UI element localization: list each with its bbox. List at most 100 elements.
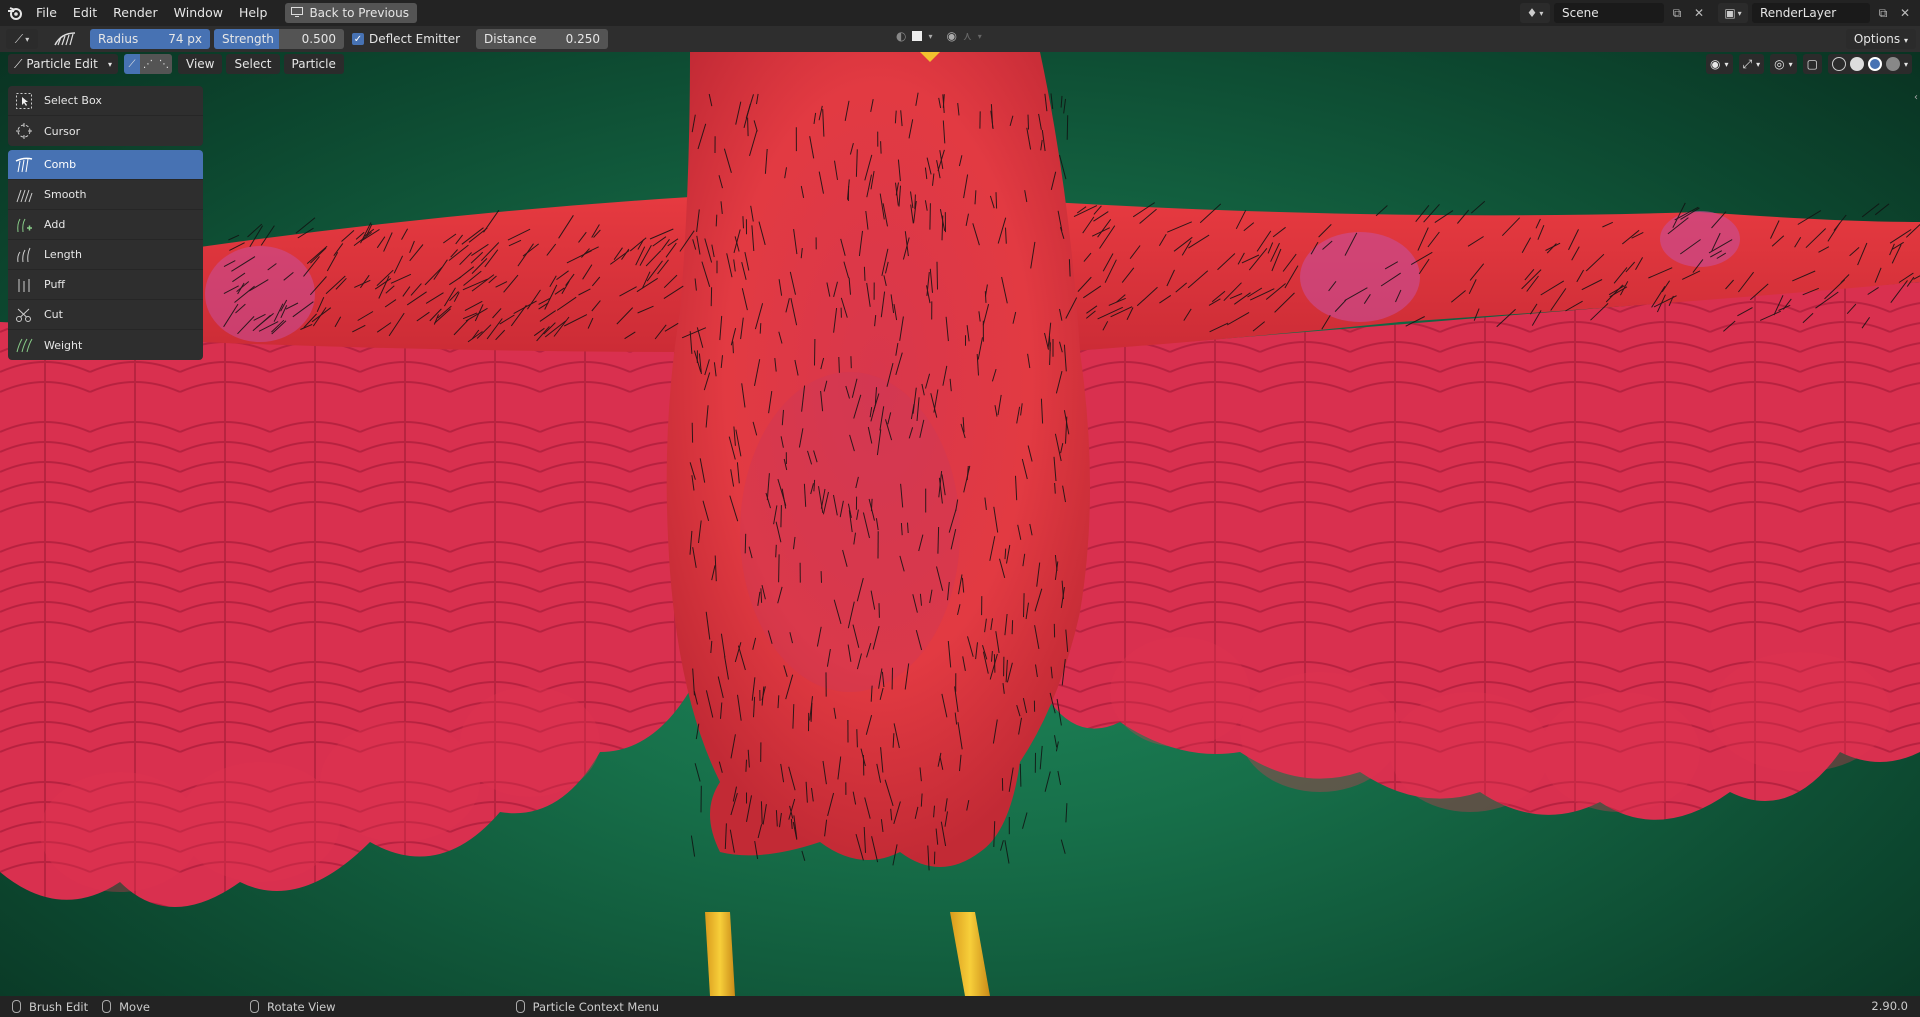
hair-strand	[1057, 770, 1062, 785]
tool-comb[interactable]: Comb	[8, 150, 203, 180]
rendered-shading-icon[interactable]	[1885, 57, 1900, 71]
hair-strand	[1050, 93, 1054, 110]
hair-strand	[775, 544, 777, 558]
status-bar: Brush Edit Move Rotate View Particle Con…	[0, 996, 1920, 1017]
hair-strand	[732, 341, 734, 354]
status-context-menu: Particle Context Menu	[515, 999, 660, 1014]
status-brush-edit: Brush Edit	[12, 1000, 88, 1014]
falloff-icon[interactable]: ⋏	[963, 29, 972, 43]
mode-dropdown[interactable]: ⟋ Particle Edit ▾	[8, 54, 118, 74]
tool-puff[interactable]: Puff	[8, 270, 203, 300]
path-mode-icon[interactable]: ⟋	[124, 54, 140, 74]
hair-strand	[228, 234, 240, 241]
menu-particle[interactable]: Particle	[283, 54, 344, 74]
tool-add[interactable]: Add	[8, 210, 203, 240]
version-label: 2.90.0	[1871, 999, 1908, 1013]
viewport-display-controls: ◉ ▾ ⤢ ▾ ◎ ▾ ▢ ▾	[1706, 54, 1912, 74]
tool-cursor[interactable]: Cursor	[8, 116, 203, 146]
menu-render[interactable]: Render	[105, 2, 166, 24]
back-to-previous-button[interactable]: Back to Previous	[285, 3, 417, 23]
chevron-down-icon: ▾	[107, 59, 112, 69]
hair-strand	[1011, 620, 1014, 635]
back-to-previous-label: Back to Previous	[309, 6, 409, 20]
material-shading-icon[interactable]	[1867, 57, 1882, 71]
proportional-icon[interactable]: ◉	[947, 29, 957, 43]
deflect-emitter-toggle[interactable]: ✓ Deflect Emitter	[352, 32, 460, 46]
distance-field[interactable]: Distance 0.250	[476, 29, 609, 49]
hair-strand	[1063, 98, 1066, 114]
point-mode-icon[interactable]: ⋰	[140, 54, 156, 74]
new-scene-icon[interactable]: ⧉	[1668, 3, 1686, 23]
puff-icon	[14, 275, 34, 295]
hair-strand	[1039, 745, 1043, 770]
display-square-icon[interactable]	[912, 31, 923, 41]
menu-help[interactable]: Help	[231, 2, 276, 24]
delete-layer-icon[interactable]: ✕	[1896, 3, 1914, 23]
chevron-down-icon[interactable]: ▾	[928, 32, 932, 41]
tool-length[interactable]: Length	[8, 240, 203, 270]
active-brush-icon[interactable]	[50, 29, 80, 49]
menu-file[interactable]: File	[28, 2, 65, 24]
hair-strand	[1004, 840, 1010, 864]
tool-weight[interactable]: Weight	[8, 330, 203, 360]
hair-strand	[801, 850, 806, 861]
new-layer-icon[interactable]: ⧉	[1874, 3, 1892, 23]
status-rotate-view: Rotate View	[249, 1000, 336, 1014]
screen-icon	[291, 6, 304, 20]
tool-label: Add	[44, 218, 66, 231]
3d-viewport[interactable]	[0, 52, 1920, 996]
xray-toggle[interactable]: ▢	[1802, 54, 1822, 74]
tool-panel: Select Box Cursor Comb Smooth Add Length…	[8, 86, 203, 364]
hair-strand	[984, 291, 987, 303]
chevron-down-icon[interactable]: ▾	[978, 32, 982, 41]
tool-cut[interactable]: Cut	[8, 300, 203, 330]
menu-edit[interactable]: Edit	[65, 2, 105, 24]
visibility-dropdown[interactable]: ◉ ▾	[1706, 54, 1733, 74]
delete-scene-icon[interactable]: ✕	[1690, 3, 1708, 23]
checkbox-checked-icon[interactable]: ✓	[352, 33, 364, 45]
hair-strand	[1019, 763, 1022, 787]
hair-strand	[1470, 200, 1486, 214]
overlay-icon: ◎	[1774, 57, 1785, 71]
menu-select[interactable]: Select	[226, 54, 280, 74]
hair-strand	[936, 261, 938, 290]
wireframe-shading-icon[interactable]	[1831, 57, 1846, 71]
tip-mode-icon[interactable]: ⋱	[156, 54, 172, 74]
editor-type-dropdown[interactable]: ⟋ ▾	[6, 29, 38, 49]
snap-icon[interactable]: ◐	[896, 29, 906, 43]
options-dropdown[interactable]: Options ▾	[1845, 29, 1916, 49]
status-context-menu-label: Particle Context Menu	[532, 999, 660, 1014]
hair-strand	[1060, 95, 1063, 108]
tool-label: Weight	[44, 338, 83, 352]
view-layer-dropdown[interactable]: ▣ ▾	[1718, 3, 1748, 23]
strength-slider[interactable]: Strength 0.500	[214, 29, 344, 49]
hair-strand	[1000, 840, 1004, 851]
hair-strand	[760, 588, 763, 603]
pivot-snap-controls: ◐ ▾ ◉ ⋏ ▾	[896, 29, 982, 43]
blender-logo-icon[interactable]	[2, 0, 28, 26]
hair-strand	[863, 266, 866, 281]
options-label: Options	[1853, 32, 1901, 46]
radius-label: Radius	[98, 32, 139, 46]
scene-dropdown[interactable]: ♦ ▾	[1520, 3, 1550, 23]
tool-label: Select Box	[44, 94, 102, 107]
sidebar-toggle-icon[interactable]: ‹	[1914, 92, 1918, 103]
radius-field[interactable]: Radius 74 px	[90, 29, 210, 49]
menu-view[interactable]: View	[178, 54, 223, 74]
solid-shading-icon[interactable]	[1849, 57, 1864, 71]
hair-strand	[1044, 771, 1051, 792]
scene-name-field[interactable]: Scene	[1554, 3, 1664, 23]
overlay-dropdown[interactable]: ◎ ▾	[1770, 54, 1797, 74]
viewport-header: ⟋ Particle Edit ▾ ⟋ ⋰ ⋱ View Select Part…	[0, 52, 1920, 76]
gizmo-dropdown[interactable]: ⤢ ▾	[1738, 54, 1765, 74]
chevron-down-icon[interactable]: ▾	[1904, 60, 1908, 69]
tool-select-box[interactable]: Select Box	[8, 86, 203, 116]
strength-label: Strength	[222, 32, 274, 46]
tool-smooth[interactable]: Smooth	[8, 180, 203, 210]
hair-strand	[870, 498, 873, 512]
render-layer-icon: ▣	[1724, 6, 1736, 20]
render-layer-name-field[interactable]: RenderLayer	[1752, 3, 1870, 23]
menu-window[interactable]: Window	[166, 2, 231, 24]
scene-selector-group: ♦ ▾ Scene ⧉ ✕ ▣ ▾ RenderLayer ⧉ ✕	[1520, 0, 1920, 26]
status-brush-edit-label: Brush Edit	[29, 999, 89, 1014]
